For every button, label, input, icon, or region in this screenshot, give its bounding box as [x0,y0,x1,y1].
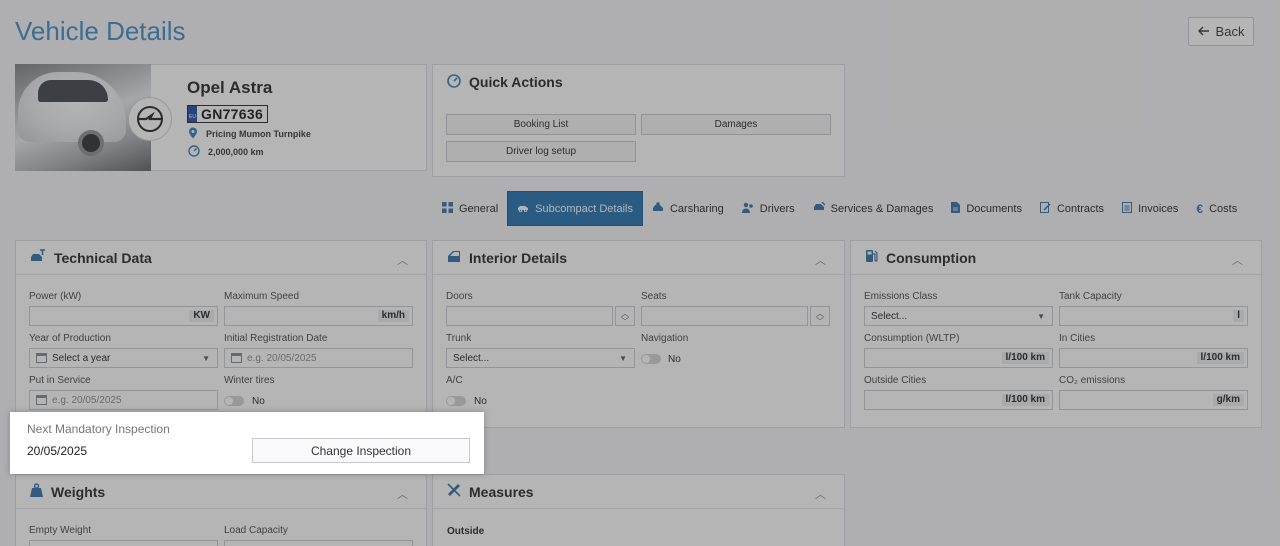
vehicle-details-page: Vehicle Details Back Opel Astra EU GN776… [0,0,1280,546]
next-inspection-highlight: Next Mandatory Inspection 20/05/2025 Cha… [10,412,484,474]
next-inspection-label: Next Mandatory Inspection [27,422,170,436]
change-inspection-button[interactable]: Change Inspection [252,438,470,463]
next-inspection-value: 20/05/2025 [27,444,88,458]
